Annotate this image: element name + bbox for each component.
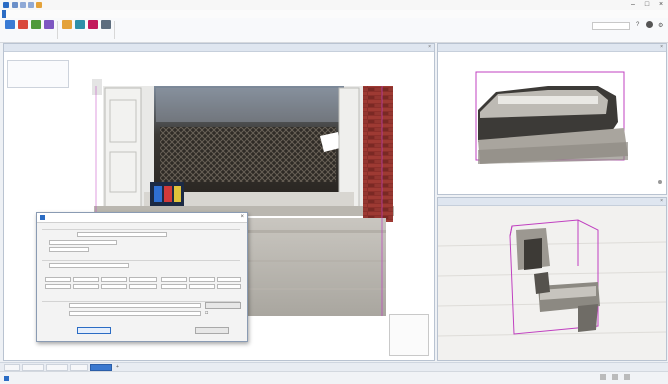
section-icon[interactable] <box>61 20 72 32</box>
grid-toggle-icon[interactable] <box>612 374 618 380</box>
name-field[interactable] <box>69 303 201 308</box>
option-field[interactable] <box>49 240 117 245</box>
dialog-titlebar: × <box>37 213 247 223</box>
path-field[interactable] <box>69 311 201 316</box>
ribbon: ? ⚙ <box>0 18 668 43</box>
file-field[interactable] <box>77 232 167 237</box>
target-field[interactable] <box>49 263 129 268</box>
grid-cell[interactable] <box>73 284 99 289</box>
view-tab-active[interactable] <box>90 364 112 371</box>
redo-icon[interactable] <box>28 2 34 8</box>
minimize-button[interactable]: – <box>626 0 640 10</box>
attach-icon[interactable] <box>17 20 28 32</box>
open-icon[interactable] <box>36 2 42 8</box>
dialog: × ☐ <box>36 212 248 342</box>
view-tab[interactable] <box>46 364 68 371</box>
tab-3[interactable] <box>48 10 52 18</box>
help-icon[interactable]: ? <box>636 22 639 28</box>
grid-cell[interactable] <box>189 284 215 289</box>
grid-cell[interactable] <box>189 277 215 282</box>
close-icon[interactable]: × <box>240 213 244 222</box>
tab-4[interactable] <box>64 10 68 18</box>
ortho-icon[interactable] <box>624 374 630 380</box>
close-button[interactable]: × <box>654 0 668 10</box>
app-logo-icon[interactable] <box>3 2 9 8</box>
section-top-scene <box>475 71 662 184</box>
grid-cell[interactable] <box>45 284 71 289</box>
gear-icon[interactable]: ⚙ <box>658 22 663 29</box>
grid-cell[interactable] <box>101 284 127 289</box>
user-icon[interactable] <box>646 21 653 28</box>
grid-cell[interactable] <box>217 284 241 289</box>
bottom-right-viewport[interactable]: × <box>437 197 667 361</box>
tab-5[interactable] <box>80 10 84 18</box>
grid-cell[interactable] <box>129 284 157 289</box>
section-3d-scene <box>438 206 666 360</box>
viewport-header: × <box>438 44 666 52</box>
option-field[interactable] <box>49 247 89 252</box>
layers-icon[interactable] <box>43 20 54 32</box>
tab-file[interactable] <box>2 10 6 18</box>
browse-button[interactable] <box>205 302 241 309</box>
grid-cell[interactable] <box>45 277 71 282</box>
tab-7[interactable] <box>114 10 118 18</box>
search-input[interactable] <box>592 22 630 30</box>
grid-cell[interactable] <box>161 277 187 282</box>
tab-6[interactable] <box>96 10 100 18</box>
status-bar <box>0 371 668 384</box>
cancel-button[interactable] <box>195 327 229 334</box>
undo-icon[interactable] <box>20 2 26 8</box>
grid-marker <box>92 79 102 95</box>
grid-cell[interactable] <box>101 277 127 282</box>
save-icon[interactable] <box>12 2 18 8</box>
insert-icon[interactable] <box>4 20 15 32</box>
checkbox[interactable]: ☐ <box>205 311 211 316</box>
close-icon[interactable]: × <box>428 44 431 51</box>
top-right-viewport[interactable]: × <box>437 43 667 195</box>
view-tab[interactable] <box>70 364 88 371</box>
view-tab[interactable] <box>4 364 20 371</box>
grid-cell[interactable] <box>161 284 187 289</box>
ribbon-separator <box>57 21 58 39</box>
clip-icon[interactable] <box>74 20 85 32</box>
grid-cell[interactable] <box>217 277 241 282</box>
view-icon[interactable] <box>30 20 41 32</box>
snap-icon[interactable] <box>600 374 606 380</box>
close-icon[interactable]: × <box>660 198 663 205</box>
close-icon[interactable]: × <box>660 44 663 51</box>
grid-cell[interactable] <box>73 277 99 282</box>
status-icon <box>4 376 9 381</box>
manage-icon[interactable] <box>87 20 98 32</box>
dialog-app-icon <box>40 215 45 220</box>
divider <box>42 260 240 261</box>
add-view-icon[interactable]: + <box>116 364 119 370</box>
ribbon-separator <box>114 21 115 39</box>
render-icon[interactable] <box>100 20 111 32</box>
viewport-header: × <box>4 44 434 52</box>
divider <box>42 229 240 230</box>
grid-cell[interactable] <box>129 277 157 282</box>
view-cube-panel[interactable] <box>389 314 429 356</box>
view-tab[interactable] <box>22 364 44 371</box>
tab-2[interactable] <box>32 10 36 18</box>
brick-wall <box>363 86 393 222</box>
viewport-header: × <box>438 198 666 206</box>
tab-1[interactable] <box>18 10 22 18</box>
maximize-button[interactable]: □ <box>640 0 654 10</box>
ok-button[interactable] <box>77 327 111 334</box>
